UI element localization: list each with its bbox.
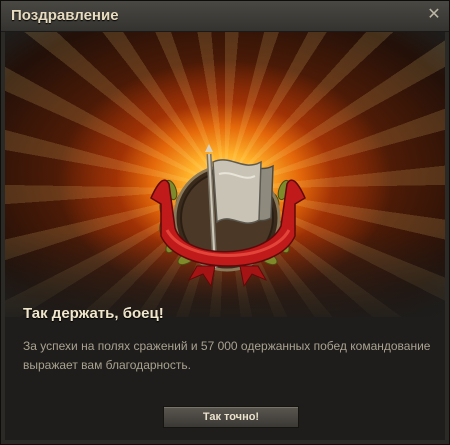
dialog-content: Так держать, боец! За успехи на полях ср… bbox=[5, 32, 445, 440]
confirm-button[interactable]: Так точно! bbox=[163, 406, 299, 428]
congratulation-message: За успехи на полях сражений и 57 000 оде… bbox=[23, 339, 431, 372]
dialog-titlebar: Поздравление ✕ bbox=[1, 1, 449, 32]
congratulations-dialog: Поздравление ✕ Так держать, боец! За усп… bbox=[0, 0, 450, 445]
close-icon[interactable]: ✕ bbox=[425, 6, 443, 24]
congratulation-heading: Так держать, боец! bbox=[23, 305, 164, 322]
victory-flags-laurel-icon bbox=[150, 144, 306, 288]
dialog-title: Поздравление bbox=[11, 7, 119, 24]
